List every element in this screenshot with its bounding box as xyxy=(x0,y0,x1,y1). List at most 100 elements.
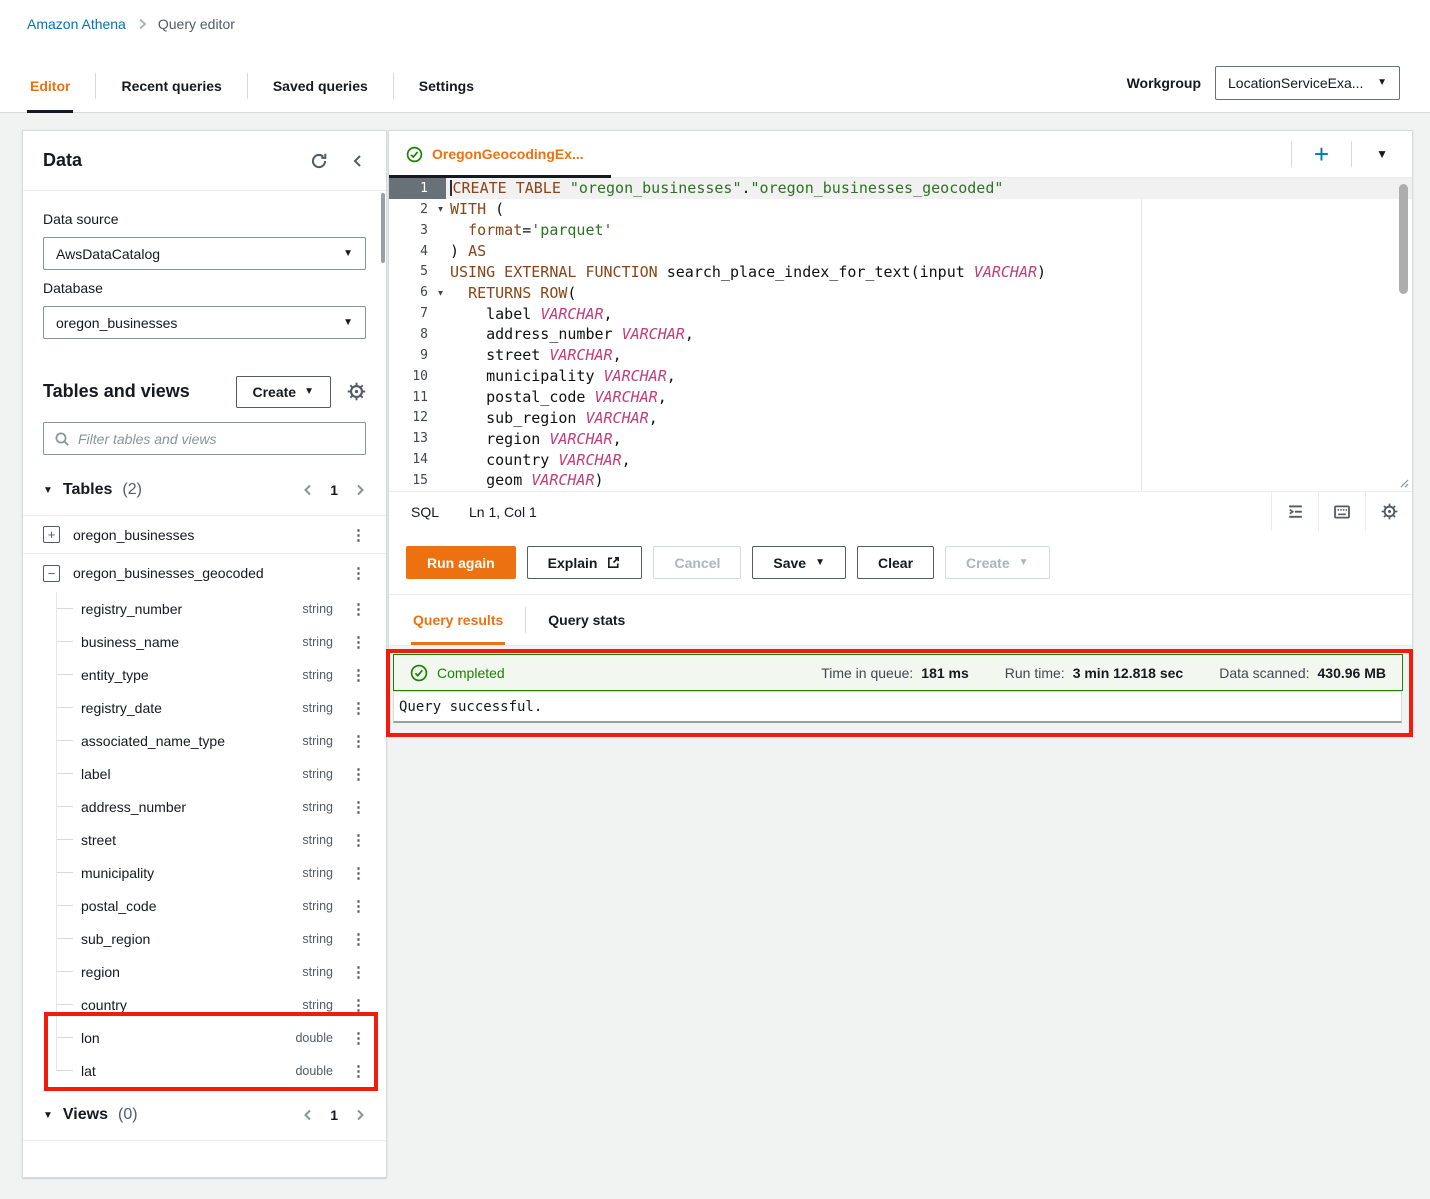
editor-scrollbar[interactable] xyxy=(1399,184,1408,294)
tab-query-results[interactable]: Query results xyxy=(411,595,505,645)
sidebar-scrollbar[interactable] xyxy=(381,193,385,263)
column-name: registry_number xyxy=(81,601,302,617)
code-fold-icon[interactable]: ▼ xyxy=(438,205,443,214)
code-line-8[interactable]: 8 address_number VARCHAR, xyxy=(389,324,1412,345)
column-menu-icon[interactable]: ⋮ xyxy=(351,666,366,684)
code-text: CREATE TABLE "oregon_businesses"."oregon… xyxy=(446,179,1003,197)
code-line-13[interactable]: 13 region VARCHAR, xyxy=(389,428,1412,449)
table-menu-icon[interactable]: ⋮ xyxy=(351,526,366,544)
column-menu-icon[interactable]: ⋮ xyxy=(351,765,366,783)
column-menu-icon[interactable]: ⋮ xyxy=(351,864,366,882)
external-link-icon xyxy=(606,555,621,570)
save-button[interactable]: Save ▼ xyxy=(752,546,846,579)
column-menu-icon[interactable]: ⋮ xyxy=(351,996,366,1014)
tree-dash xyxy=(56,707,73,708)
views-section-header[interactable]: ▼ Views (0) 1 xyxy=(43,1099,366,1131)
tab-editor[interactable]: Editor xyxy=(27,60,73,112)
code-text: ) AS xyxy=(446,242,486,260)
line-number: 14 xyxy=(389,449,446,470)
table-row-oregon-businesses[interactable]: + oregon_businesses ⋮ xyxy=(23,516,386,554)
column-name: associated_name_type xyxy=(81,733,302,749)
resize-handle-icon[interactable] xyxy=(1398,477,1409,488)
column-menu-icon[interactable]: ⋮ xyxy=(351,897,366,915)
column-menu-icon[interactable]: ⋮ xyxy=(351,963,366,981)
chevron-down-icon: ▼ xyxy=(815,558,825,568)
run-again-button[interactable]: Run again xyxy=(406,546,516,579)
code-line-14[interactable]: 14 country VARCHAR, xyxy=(389,449,1412,470)
gear-icon[interactable] xyxy=(347,382,366,401)
code-line-1[interactable]: 1CREATE TABLE "oregon_businesses"."orego… xyxy=(389,178,1412,199)
explain-button[interactable]: Explain xyxy=(527,546,643,579)
editor-settings-gear-icon[interactable] xyxy=(1365,492,1412,531)
collapse-minus-icon[interactable]: − xyxy=(43,565,60,582)
keyboard-shortcuts-icon[interactable] xyxy=(1318,492,1365,531)
column-menu-icon[interactable]: ⋮ xyxy=(351,930,366,948)
column-name: street xyxy=(81,832,302,848)
column-name: label xyxy=(81,766,302,782)
create-query-button[interactable]: Create ▼ xyxy=(945,546,1050,579)
breadcrumb-current: Query editor xyxy=(158,16,235,32)
clear-button[interactable]: Clear xyxy=(857,546,934,579)
expand-plus-icon[interactable]: + xyxy=(43,526,60,543)
page-prev-icon[interactable] xyxy=(302,483,314,497)
code-text: format='parquet' xyxy=(446,221,613,239)
code-line-3[interactable]: 3 format='parquet' xyxy=(389,220,1412,241)
athena-query-editor-page: Amazon Athena Query editor Editor Recent… xyxy=(0,0,1430,1199)
code-text: geom VARCHAR) xyxy=(446,471,604,489)
create-button[interactable]: Create ▼ xyxy=(236,376,332,408)
code-line-9[interactable]: 9 street VARCHAR, xyxy=(389,345,1412,366)
code-line-11[interactable]: 11 postal_code VARCHAR, xyxy=(389,387,1412,408)
code-line-4[interactable]: 4) AS xyxy=(389,241,1412,262)
tab-recent-queries[interactable]: Recent queries xyxy=(118,60,224,112)
column-type: string xyxy=(302,767,333,781)
format-query-icon[interactable] xyxy=(1271,492,1318,531)
column-menu-icon[interactable]: ⋮ xyxy=(351,798,366,816)
collapse-panel-icon[interactable] xyxy=(350,153,366,169)
tables-section-header[interactable]: ▼ Tables (2) 1 xyxy=(43,474,366,506)
code-line-5[interactable]: 5USING EXTERNAL FUNCTION search_place_in… xyxy=(389,261,1412,282)
line-number: 9 xyxy=(389,345,446,366)
filter-tables-input[interactable] xyxy=(78,431,355,447)
refresh-icon[interactable] xyxy=(310,152,328,170)
page-next-icon[interactable] xyxy=(354,483,366,497)
tab-settings[interactable]: Settings xyxy=(416,60,477,112)
data-source-select[interactable]: AwsDataCatalog ▼ xyxy=(43,237,366,270)
code-line-6[interactable]: 6▼ RETURNS ROW( xyxy=(389,282,1412,303)
tab-list-dropdown-icon[interactable]: ▼ xyxy=(1352,147,1412,161)
column-menu-icon[interactable]: ⋮ xyxy=(351,1029,366,1047)
code-line-7[interactable]: 7 label VARCHAR, xyxy=(389,303,1412,324)
code-line-12[interactable]: 12 sub_region VARCHAR, xyxy=(389,407,1412,428)
page-prev-icon[interactable] xyxy=(302,1108,314,1122)
code-line-15[interactable]: 15 geom VARCHAR) xyxy=(389,470,1412,491)
new-tab-plus-icon[interactable]: + xyxy=(1292,141,1351,167)
query-tab[interactable]: OregonGeocodingEx... xyxy=(389,131,611,177)
database-select[interactable]: oregon_businesses ▼ xyxy=(43,306,366,339)
text-cursor xyxy=(450,180,452,196)
column-menu-icon[interactable]: ⋮ xyxy=(351,831,366,849)
column-menu-icon[interactable]: ⋮ xyxy=(351,633,366,651)
page-next-icon[interactable] xyxy=(354,1108,366,1122)
code-line-10[interactable]: 10 municipality VARCHAR, xyxy=(389,366,1412,387)
tab-query-stats[interactable]: Query stats xyxy=(546,595,627,645)
sql-code-editor[interactable]: 1CREATE TABLE "oregon_businesses"."orego… xyxy=(389,178,1412,491)
column-menu-icon[interactable]: ⋮ xyxy=(351,1062,366,1080)
column-menu-icon[interactable]: ⋮ xyxy=(351,699,366,717)
line-number: 12 xyxy=(389,407,446,428)
nav-divider xyxy=(95,73,96,99)
cancel-button[interactable]: Cancel xyxy=(653,546,741,579)
language-label: SQL xyxy=(411,504,439,520)
table-menu-icon[interactable]: ⋮ xyxy=(351,564,366,582)
code-text: label VARCHAR, xyxy=(446,305,613,323)
tree-dash xyxy=(56,872,73,873)
code-text: street VARCHAR, xyxy=(446,346,622,364)
column-name: lat xyxy=(81,1063,295,1079)
breadcrumb-amazon-athena[interactable]: Amazon Athena xyxy=(27,16,126,32)
tab-saved-queries[interactable]: Saved queries xyxy=(270,60,371,112)
code-fold-icon[interactable]: ▼ xyxy=(438,288,443,297)
column-menu-icon[interactable]: ⋮ xyxy=(351,600,366,618)
code-line-2[interactable]: 2▼WITH ( xyxy=(389,199,1412,220)
column-menu-icon[interactable]: ⋮ xyxy=(351,732,366,750)
column-name: registry_date xyxy=(81,700,302,716)
table-row-oregon-businesses-geocoded[interactable]: − oregon_businesses_geocoded ⋮ xyxy=(23,554,386,592)
workgroup-select[interactable]: LocationServiceExa... ▼ xyxy=(1215,66,1400,100)
